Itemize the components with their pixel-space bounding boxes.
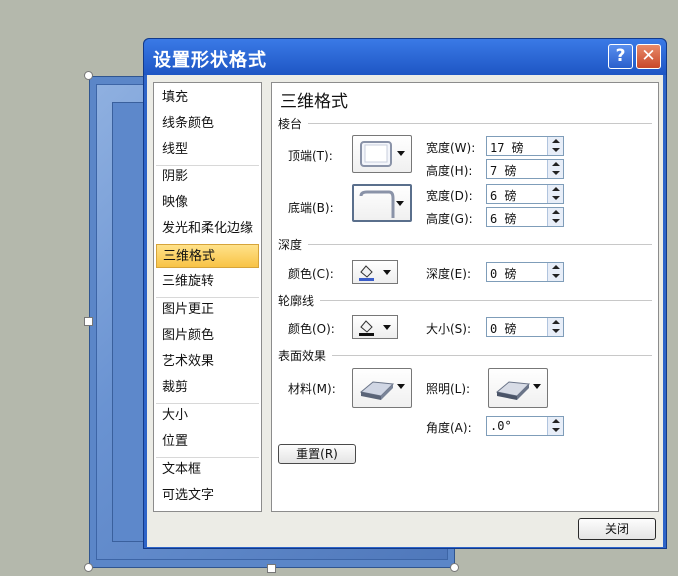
contour-color-picker[interactable] <box>352 315 398 339</box>
nav-item-artistic-effects[interactable]: 艺术效果 <box>156 350 259 374</box>
angle-label: 角度(A): <box>426 421 472 435</box>
bevel-top-label: 顶端(T): <box>288 149 333 163</box>
bevel-top-width-label: 宽度(W): <box>426 141 476 155</box>
spin-value: 17 磅 <box>490 141 524 155</box>
panel-heading: 三维格式 <box>280 92 348 112</box>
depth-label: 深度(E): <box>426 267 471 281</box>
dialog-body: 填充 线条颜色 线型 阴影 映像 发光和柔化边缘 三维格式 三维旋转 图片更正 … <box>147 75 663 547</box>
spinner[interactable] <box>547 185 563 203</box>
nav-item-picture-corrections[interactable]: 图片更正 <box>156 298 259 322</box>
bevel-top-gallery[interactable] <box>352 135 412 173</box>
chevron-down-icon <box>397 151 405 156</box>
format-shape-dialog: 设置形状格式 ? ✕ 填充 线条颜色 线型 阴影 映像 发光和柔化边缘 三维格式… <box>143 38 667 549</box>
chevron-down-icon <box>397 384 405 389</box>
bevel-bottom-height-label: 高度(G): <box>426 212 473 226</box>
close-button[interactable]: 关闭 <box>578 518 656 540</box>
nav-item-reflection[interactable]: 映像 <box>156 191 259 215</box>
bevel-preview-icon <box>359 190 395 218</box>
reset-button[interactable]: 重置(R) <box>278 444 356 464</box>
depth-color-picker[interactable] <box>352 260 398 284</box>
spinner[interactable] <box>547 263 563 281</box>
spinner[interactable] <box>547 318 563 336</box>
spin-value: 6 磅 <box>490 189 517 203</box>
bevel-top-height-input[interactable]: 7 磅 <box>486 159 564 179</box>
section-divider <box>308 244 652 245</box>
lighting-label: 照明(L): <box>426 382 471 396</box>
chevron-down-icon <box>383 325 391 330</box>
depth-section-label: 深度 <box>278 238 303 252</box>
contour-size-label: 大小(S): <box>426 322 472 336</box>
nav-item-alt-text[interactable]: 可选文字 <box>156 484 259 508</box>
nav-item-text-box[interactable]: 文本框 <box>156 458 259 482</box>
title-bar[interactable]: 设置形状格式 ? ✕ <box>144 39 666 75</box>
bevel-bottom-width-label: 宽度(D): <box>426 189 473 203</box>
nav-item-size[interactable]: 大小 <box>156 404 259 428</box>
nav-item-line-style[interactable]: 线型 <box>156 138 259 162</box>
section-divider <box>320 300 652 301</box>
depth-color-label: 颜色(C): <box>288 267 334 281</box>
material-gallery[interactable] <box>352 368 412 408</box>
material-label: 材料(M): <box>288 382 336 396</box>
resize-handle-bottom[interactable] <box>267 564 276 573</box>
bevel-section-label: 棱台 <box>278 117 303 131</box>
close-icon[interactable]: ✕ <box>636 44 661 69</box>
spinner[interactable] <box>547 160 563 178</box>
bevel-preview-icon <box>360 141 392 167</box>
bevel-top-height-label: 高度(H): <box>426 164 473 178</box>
spin-value: 0 磅 <box>490 322 517 336</box>
nav-item-glow[interactable]: 发光和柔化边缘 <box>156 217 259 241</box>
surface-section-label: 表面效果 <box>278 349 327 363</box>
lighting-preview-icon <box>495 381 531 400</box>
spin-value: 6 磅 <box>490 212 517 226</box>
resize-handle-left[interactable] <box>84 317 93 326</box>
bevel-bottom-gallery[interactable] <box>352 184 412 222</box>
bevel-bottom-width-input[interactable]: 6 磅 <box>486 184 564 204</box>
nav-item-picture-color[interactable]: 图片颜色 <box>156 324 259 348</box>
resize-handle-bottom-left[interactable] <box>84 563 93 572</box>
paint-bucket-icon <box>359 265 374 281</box>
bevel-bottom-label: 底端(B): <box>288 201 334 215</box>
nav-item-3d-rotation[interactable]: 三维旋转 <box>156 270 259 294</box>
lighting-gallery[interactable] <box>488 368 548 408</box>
section-divider <box>308 123 652 124</box>
bevel-bottom-height-input[interactable]: 6 磅 <box>486 207 564 227</box>
nav-item-shadow[interactable]: 阴影 <box>156 165 259 189</box>
spin-value: 7 磅 <box>490 164 517 178</box>
nav-item-crop[interactable]: 裁剪 <box>156 376 259 400</box>
chevron-down-icon <box>383 270 391 275</box>
resize-handle-top-left[interactable] <box>84 71 93 80</box>
spinner[interactable] <box>547 208 563 226</box>
dialog-title: 设置形状格式 <box>153 50 267 71</box>
spinner[interactable] <box>547 417 563 435</box>
resize-handle-bottom-right[interactable] <box>450 563 459 572</box>
paint-bucket-icon <box>359 320 374 336</box>
contour-color-label: 颜色(O): <box>288 322 335 336</box>
spin-value: .0° <box>490 419 512 433</box>
nav-item-fill[interactable]: 填充 <box>156 86 259 110</box>
nav-item-line-color[interactable]: 线条颜色 <box>156 112 259 136</box>
bevel-top-width-input[interactable]: 17 磅 <box>486 136 564 156</box>
material-preview-icon <box>359 381 395 400</box>
chevron-down-icon <box>533 384 541 389</box>
spin-value: 0 磅 <box>490 267 517 281</box>
contour-section-label: 轮廓线 <box>278 294 315 308</box>
depth-input[interactable]: 0 磅 <box>486 262 564 282</box>
category-list: 填充 线条颜色 线型 阴影 映像 发光和柔化边缘 三维格式 三维旋转 图片更正 … <box>153 82 262 512</box>
3d-format-panel: 三维格式 棱台 顶端(T): 宽度(W): 17 磅 高度(H): 7 磅 底端… <box>271 82 659 512</box>
section-divider <box>332 355 652 356</box>
angle-input[interactable]: .0° <box>486 416 564 436</box>
nav-item-3d-format[interactable]: 三维格式 <box>156 244 259 268</box>
nav-item-position[interactable]: 位置 <box>156 430 259 454</box>
chevron-down-icon <box>396 201 404 206</box>
spinner[interactable] <box>547 137 563 155</box>
help-button[interactable]: ? <box>608 44 633 69</box>
contour-size-input[interactable]: 0 磅 <box>486 317 564 337</box>
